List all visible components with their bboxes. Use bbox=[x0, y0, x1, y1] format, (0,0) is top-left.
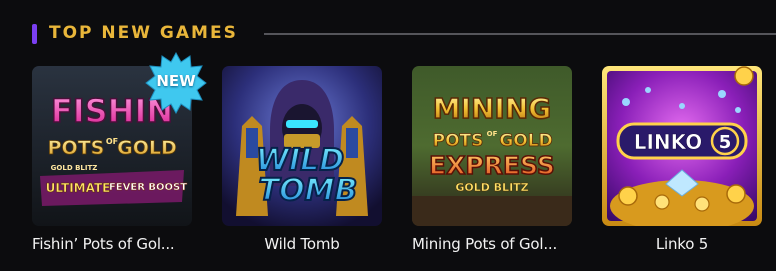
art-tag-ultimate: ULTIMATE bbox=[46, 181, 111, 195]
game-thumbnail[interactable]: WILD TOMB bbox=[222, 66, 382, 226]
game-artwork: WILD TOMB bbox=[222, 66, 382, 226]
game-artwork: MINING POTS OF GOLD EXPRESS GOLD BLITZ bbox=[412, 66, 572, 226]
art-title-line2: POTS bbox=[433, 131, 484, 151]
art-brand: GOLD BLITZ bbox=[51, 164, 98, 172]
game-title[interactable]: Wild Tomb bbox=[222, 235, 382, 253]
accent-bar bbox=[32, 24, 37, 44]
art-title-line2: TOMB bbox=[259, 173, 358, 208]
new-badge-label: NEW bbox=[156, 72, 196, 90]
game-title[interactable]: Linko 5 bbox=[602, 235, 762, 253]
art-title-line1: MINING bbox=[433, 92, 552, 125]
art-title-line2: POTS bbox=[48, 137, 105, 159]
game-thumbnail[interactable]: LINKO 5 bbox=[602, 66, 762, 226]
header-divider bbox=[264, 33, 776, 35]
game-card-fishin-pots-of-gold[interactable]: FISHIN POTS OF GOLD GOLD BLITZ ULTIMATE … bbox=[32, 51, 207, 253]
game-thumbnail[interactable]: MINING POTS OF GOLD EXPRESS GOLD BLITZ bbox=[412, 66, 572, 226]
section-header: TOP NEW GAMES bbox=[32, 22, 776, 46]
art-title-number: 5 bbox=[719, 132, 732, 153]
game-card-mining-pots-of-gold[interactable]: MINING POTS OF GOLD EXPRESS GOLD BLITZ M… bbox=[412, 66, 572, 253]
game-title[interactable]: Fishin’ Pots of Gol... bbox=[32, 235, 192, 253]
art-title-line3: GOLD bbox=[117, 137, 177, 159]
game-card-linko-5[interactable]: LINKO 5 Linko 5 bbox=[602, 66, 762, 253]
game-artwork: LINKO 5 bbox=[602, 66, 762, 226]
art-title-line3: GOLD bbox=[499, 131, 552, 151]
art-tag-fever-boost: FEVER BOOST bbox=[109, 182, 187, 193]
section-title: TOP NEW GAMES bbox=[49, 23, 238, 43]
art-title-line4: EXPRESS bbox=[429, 151, 555, 180]
game-card-wild-tomb[interactable]: WILD TOMB Wild Tomb bbox=[222, 66, 382, 253]
art-title-of: OF bbox=[487, 130, 498, 138]
art-title-line1: LINKO bbox=[634, 130, 703, 154]
game-title[interactable]: Mining Pots of Gol... bbox=[412, 235, 572, 253]
new-badge: NEW bbox=[145, 51, 207, 115]
art-brand: GOLD BLITZ bbox=[455, 181, 528, 194]
